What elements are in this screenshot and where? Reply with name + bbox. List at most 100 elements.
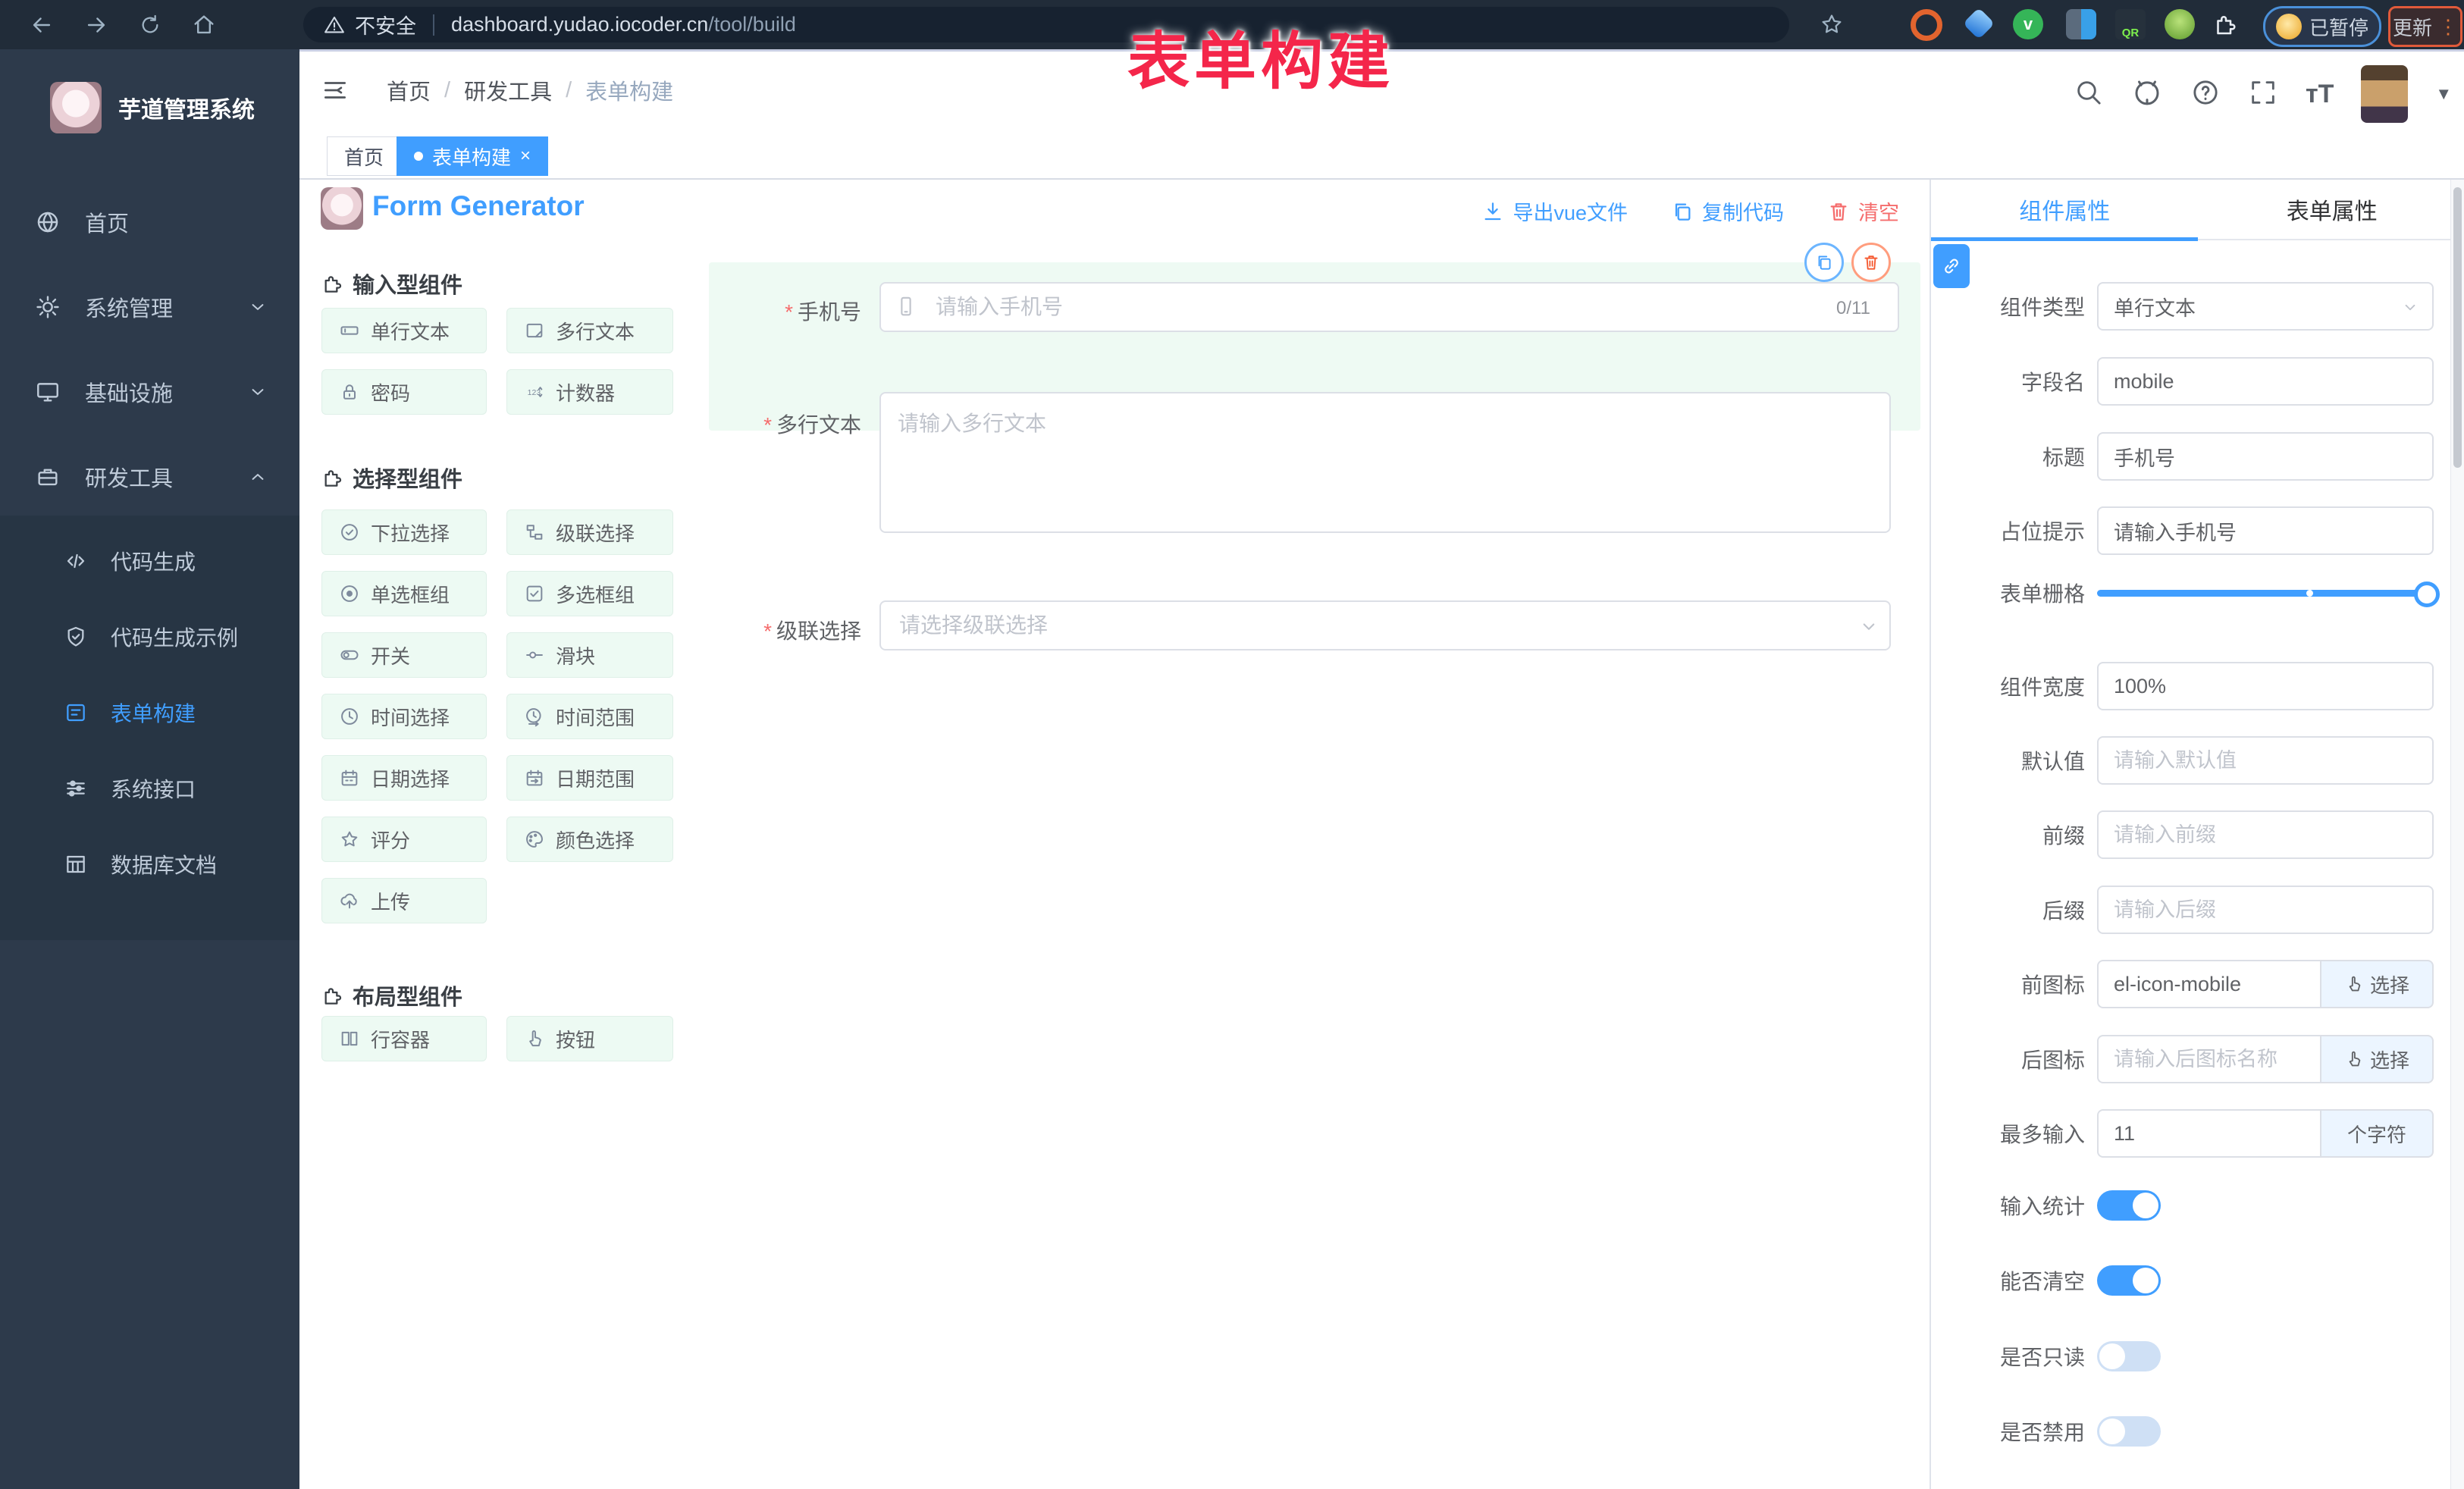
- component-date-range[interactable]: 日期范围: [506, 755, 673, 801]
- export-vue-button[interactable]: 导出vue文件: [1481, 196, 1628, 226]
- help-icon[interactable]: [2190, 77, 2221, 111]
- extensions-puzzle-icon[interactable]: [2212, 11, 2243, 41]
- app-logo-row[interactable]: 芋道管理系统: [0, 66, 299, 149]
- paused-extension-badge[interactable]: 已暂停: [2263, 6, 2381, 47]
- breadcrumb-home[interactable]: 首页: [387, 74, 431, 106]
- component-cascader[interactable]: 级联选择: [506, 509, 673, 555]
- scrollbar-track[interactable]: [2450, 180, 2464, 1489]
- default-value-input[interactable]: [2097, 736, 2434, 785]
- cascader-field[interactable]: [879, 600, 1891, 650]
- bookmark-star-icon[interactable]: [1820, 12, 1844, 40]
- component-type-select[interactable]: [2097, 282, 2434, 331]
- component-textarea[interactable]: 多行文本: [506, 308, 673, 353]
- title-input[interactable]: [2097, 432, 2434, 481]
- show-count-toggle[interactable]: [2097, 1190, 2161, 1221]
- address-bar[interactable]: 不安全 dashboard.yudao.iocoder.cn/tool/buil…: [303, 7, 1789, 42]
- extension-icon[interactable]: v: [2013, 9, 2043, 39]
- fullscreen-icon[interactable]: [2248, 77, 2278, 111]
- menu-dots-icon: ⋮: [2438, 15, 2458, 39]
- component-row-container[interactable]: 行容器: [321, 1016, 487, 1061]
- extension-icon[interactable]: [1963, 8, 1995, 39]
- tab-form-builder[interactable]: 表单构建 ×: [397, 136, 548, 176]
- prop-row-prefix-icon: 前图标 选择: [1936, 960, 2434, 1008]
- copy-code-button[interactable]: 复制代码: [1670, 196, 1784, 226]
- textarea-field[interactable]: [879, 392, 1891, 533]
- placeholder-input[interactable]: [2097, 506, 2434, 555]
- choose-prefix-icon-button[interactable]: 选择: [2320, 960, 2434, 1008]
- close-icon[interactable]: ×: [520, 146, 531, 167]
- extension-icon[interactable]: [2066, 9, 2096, 39]
- tab-form-props[interactable]: 表单属性: [2199, 180, 2464, 239]
- search-icon[interactable]: [2074, 77, 2104, 111]
- component-checkbox-group[interactable]: 多选框组: [506, 571, 673, 616]
- sidebar-item-db-doc[interactable]: 数据库文档: [0, 826, 299, 902]
- component-time-picker[interactable]: 时间选择: [321, 694, 487, 739]
- component-password[interactable]: 密码: [321, 369, 487, 415]
- font-size-icon[interactable]: тT: [2306, 80, 2334, 109]
- not-secure-icon: [323, 14, 346, 36]
- tab-home[interactable]: 首页: [327, 136, 401, 176]
- suffix-icon-input[interactable]: [2097, 1035, 2320, 1083]
- paused-label: 已暂停: [2309, 13, 2368, 41]
- prefix-input[interactable]: [2097, 810, 2434, 859]
- component-time-range[interactable]: 时间范围: [506, 694, 673, 739]
- clear-button[interactable]: 清空: [1826, 196, 1899, 226]
- component-single-line-text[interactable]: 单行文本: [321, 308, 487, 353]
- slider-track[interactable]: [2097, 590, 2437, 597]
- sidebar-item-infra[interactable]: 基础设施: [0, 350, 299, 434]
- sidebar-item-devtools[interactable]: 研发工具: [0, 434, 299, 519]
- delete-field-button[interactable]: [1851, 243, 1891, 282]
- sidebar-item-home[interactable]: 首页: [0, 180, 299, 265]
- browser-back-icon[interactable]: [29, 12, 55, 38]
- user-avatar[interactable]: [2361, 65, 2408, 123]
- browser-forward-icon[interactable]: [83, 12, 109, 38]
- mobile-input[interactable]: [879, 282, 1899, 332]
- page-tabbar: 首页 表单构建 ×: [299, 129, 2464, 180]
- component-button[interactable]: 按钮: [506, 1016, 673, 1061]
- component-radio-group[interactable]: 单选框组: [321, 571, 487, 616]
- extension-icon[interactable]: [1911, 9, 1942, 41]
- sidebar-item-codegen-demo[interactable]: 代码生成示例: [0, 599, 299, 675]
- choose-suffix-icon-button[interactable]: 选择: [2320, 1035, 2434, 1083]
- chevron-down-icon[interactable]: ▼: [2435, 84, 2452, 104]
- sidebar-item-system[interactable]: 系统管理: [0, 265, 299, 350]
- github-icon[interactable]: [2131, 77, 2163, 112]
- readonly-toggle[interactable]: [2097, 1341, 2161, 1371]
- field-name-input[interactable]: [2097, 357, 2434, 406]
- duplicate-field-button[interactable]: [1804, 243, 1844, 282]
- sidebar-item-label: 系统管理: [85, 291, 173, 323]
- sidebar-item-codegen[interactable]: 代码生成: [0, 523, 299, 599]
- suffix-input[interactable]: [2097, 886, 2434, 934]
- qr-extension-icon[interactable]: QR: [2115, 9, 2146, 39]
- maxlength-input[interactable]: [2097, 1109, 2320, 1158]
- tab-component-props[interactable]: 组件属性: [1931, 180, 2199, 239]
- breadcrumb-devtools[interactable]: 研发工具: [464, 74, 552, 106]
- component-rate[interactable]: 评分: [321, 817, 487, 862]
- extension-icon[interactable]: [2165, 9, 2195, 39]
- component-date-picker[interactable]: 日期选择: [321, 755, 487, 801]
- component-upload[interactable]: 上传: [321, 878, 487, 923]
- clearable-toggle[interactable]: [2097, 1265, 2161, 1296]
- prefix-icon-input[interactable]: [2097, 960, 2320, 1008]
- browser-update-button[interactable]: 更新 ⋮: [2388, 6, 2462, 47]
- disabled-toggle[interactable]: [2097, 1416, 2161, 1447]
- browser-home-icon[interactable]: [191, 12, 217, 38]
- browser-reload-icon[interactable]: [138, 13, 162, 37]
- component-width-input[interactable]: [2097, 662, 2434, 710]
- star-icon: [339, 829, 360, 850]
- sidebar-item-api[interactable]: 系统接口: [0, 751, 299, 826]
- component-select[interactable]: 下拉选择: [321, 509, 487, 555]
- hamburger-icon[interactable]: [321, 76, 350, 108]
- sidebar-item-form-builder[interactable]: 表单构建: [0, 675, 299, 751]
- component-slider[interactable]: 滑块: [506, 632, 673, 678]
- not-secure-label[interactable]: 不安全: [355, 10, 416, 39]
- component-counter[interactable]: 计数器: [506, 369, 673, 415]
- chevron-down-icon: [2400, 297, 2420, 321]
- component-color-picker[interactable]: 颜色选择: [506, 817, 673, 862]
- slider-handle[interactable]: [2414, 581, 2440, 607]
- breadcrumb-separator: /: [566, 78, 572, 103]
- properties-panel: 组件属性 表单属性 组件类型 字段名 标题 占位提示 表单栅格: [1930, 180, 2464, 1489]
- scrollbar-thumb[interactable]: [2453, 187, 2462, 468]
- component-switch[interactable]: 开关: [321, 632, 487, 678]
- trash-icon: [1861, 252, 1881, 272]
